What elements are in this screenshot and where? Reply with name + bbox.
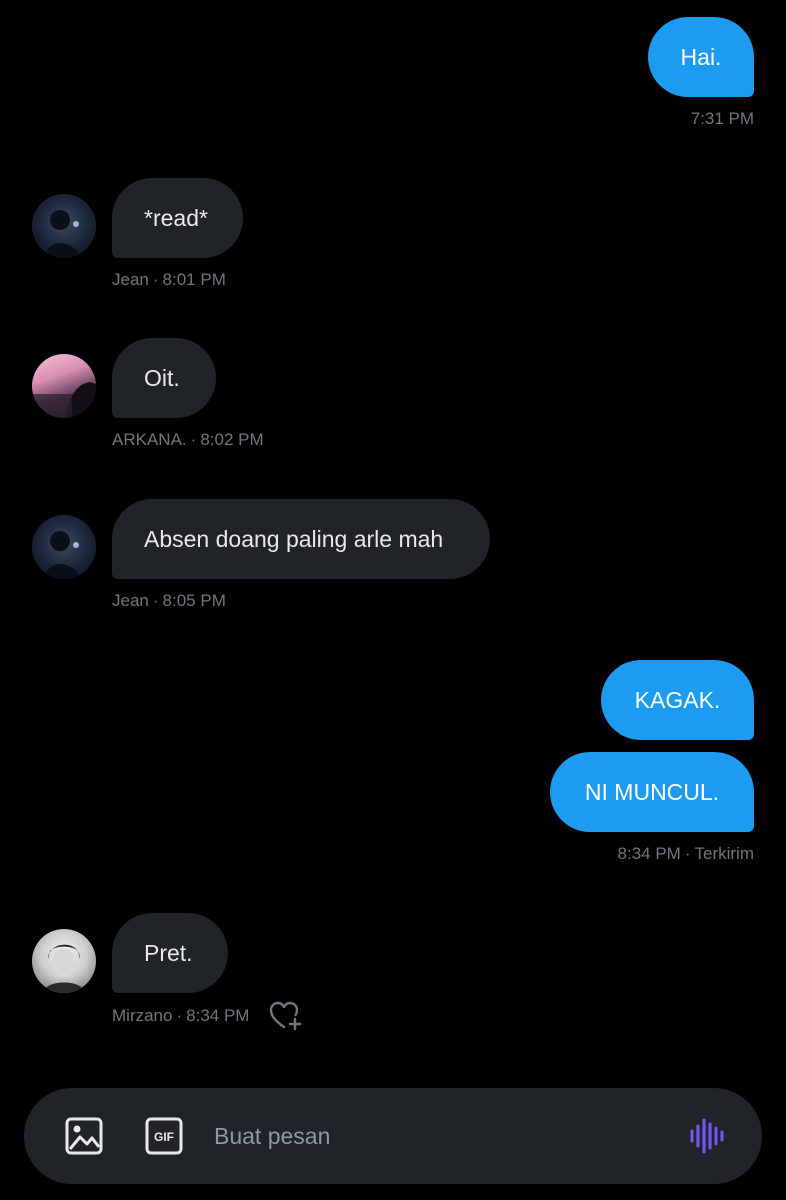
message-meta: Mirzano · 8:34 PM: [112, 1006, 249, 1026]
meta-separator: ·: [152, 270, 159, 289]
avatar-jean[interactable]: [32, 515, 96, 579]
sender-name: Jean: [112, 591, 149, 610]
avatar-arkana[interactable]: [32, 354, 96, 418]
message-time: 8:34 PM: [617, 844, 681, 863]
avatar-image: [42, 944, 86, 993]
image-icon: [65, 1117, 103, 1155]
avatar-image: [32, 382, 96, 418]
meta-separator: ·: [176, 1006, 183, 1025]
add-photo-button[interactable]: [64, 1116, 104, 1156]
message-time: 8:05 PM: [162, 591, 226, 610]
add-gif-button[interactable]: GIF: [144, 1116, 184, 1156]
message-meta: 7:31 PM: [691, 109, 754, 129]
voice-message-button[interactable]: [688, 1116, 728, 1156]
message-bubble-incoming[interactable]: Absen doang paling arle mah: [112, 499, 490, 579]
message-bubble-incoming[interactable]: Pret.: [112, 913, 228, 993]
meta-separator: ·: [152, 591, 159, 610]
avatar-jean[interactable]: [32, 194, 96, 258]
message-time: 8:01 PM: [162, 270, 226, 289]
message-time: 8:34 PM: [186, 1006, 250, 1025]
message-bubble-incoming[interactable]: *read*: [112, 178, 243, 258]
avatar-image: [44, 531, 80, 579]
meta-separator: ·: [684, 844, 691, 863]
message-meta: ARKANA. · 8:02 PM: [112, 430, 264, 450]
message-meta: 8:34 PM · Terkirim: [618, 844, 754, 864]
message-composer: GIF: [24, 1088, 762, 1184]
add-reaction-button[interactable]: [268, 1000, 304, 1032]
meta-separator: ·: [190, 430, 197, 449]
avatar-image: [44, 210, 80, 258]
sender-name: Mirzano: [112, 1006, 173, 1025]
message-bubble-outgoing[interactable]: Hai.: [648, 17, 754, 97]
message-bubble-incoming[interactable]: Oit.: [112, 338, 216, 418]
avatar-mirzano[interactable]: [32, 929, 96, 993]
message-text: KAGAK.: [634, 686, 721, 713]
message-text: NI MUNCUL.: [584, 778, 720, 805]
message-bubble-outgoing[interactable]: NI MUNCUL.: [550, 752, 754, 832]
voice-message-icon: [690, 1118, 724, 1154]
message-meta: Jean · 8:05 PM: [112, 591, 226, 611]
gif-icon: GIF: [145, 1117, 183, 1155]
sender-name: ARKANA.: [112, 430, 187, 449]
message-text: *read*: [144, 204, 208, 231]
gif-label: GIF: [154, 1130, 174, 1144]
message-text: Oit.: [144, 364, 180, 391]
message-input[interactable]: [214, 1110, 664, 1162]
message-text: Absen doang paling arle mah: [144, 525, 444, 552]
message-text: Pret.: [144, 939, 193, 966]
message-bubble-outgoing[interactable]: KAGAK.: [601, 660, 754, 740]
message-time: 8:02 PM: [200, 430, 264, 449]
message-time: 7:31 PM: [690, 109, 754, 128]
message-text: Hai.: [680, 43, 722, 70]
message-meta: Jean · 8:01 PM: [112, 270, 226, 290]
heart-plus-icon: [269, 1001, 302, 1031]
message-status: Terkirim: [694, 844, 755, 863]
sender-name: Jean: [112, 270, 149, 289]
